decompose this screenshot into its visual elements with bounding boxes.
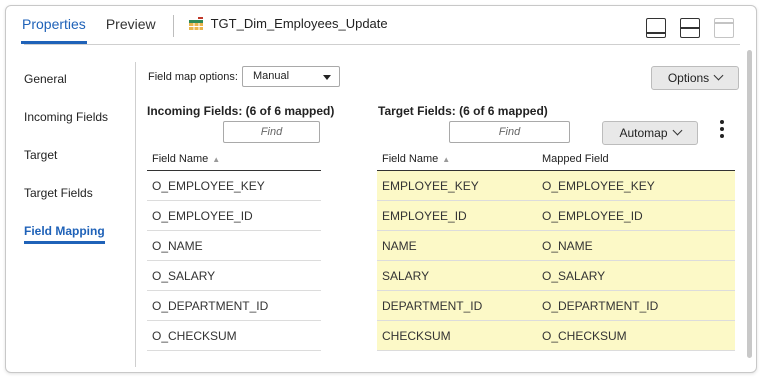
target-find-input[interactable]: Find bbox=[449, 121, 570, 143]
properties-panel: Properties Preview TGT_Dim_Employees_Upd… bbox=[5, 5, 757, 373]
target-field-name: CHECKSUM bbox=[382, 328, 451, 343]
column-header-mapped-field[interactable]: Mapped Field bbox=[537, 149, 735, 170]
nav-item-target-fields[interactable]: Target Fields bbox=[24, 180, 119, 218]
mapped-field: O_EMPLOYEE_KEY bbox=[542, 178, 655, 193]
target-fields-table: Field Name ▲ Mapped Field EMPLOYEE_KEY O_E… bbox=[377, 149, 735, 351]
table-row[interactable]: O_CHECKSUM bbox=[147, 321, 321, 351]
incoming-find-input[interactable]: Find bbox=[223, 121, 320, 143]
tab-properties[interactable]: Properties bbox=[21, 14, 87, 44]
panel-split-icon[interactable] bbox=[680, 18, 700, 38]
nav-item-field-mapping[interactable]: Field Mapping bbox=[24, 218, 119, 256]
target-field-name: SALARY bbox=[382, 268, 430, 283]
nav-item-incoming-fields[interactable]: Incoming Fields bbox=[24, 104, 119, 142]
table-row[interactable]: DEPARTMENT_ID O_DEPARTMENT_ID bbox=[377, 291, 735, 321]
table-row[interactable]: EMPLOYEE_ID O_EMPLOYEE_ID bbox=[377, 201, 735, 231]
automap-button[interactable]: Automap bbox=[602, 121, 698, 145]
options-button[interactable]: Options bbox=[651, 66, 739, 90]
table-row[interactable]: O_DEPARTMENT_ID bbox=[147, 291, 321, 321]
options-button-label: Options bbox=[667, 71, 710, 85]
tab-separator bbox=[172, 15, 174, 37]
more-options-icon[interactable] bbox=[718, 120, 726, 142]
incoming-fields-title: Incoming Fields: (6 of 6 mapped) bbox=[147, 104, 335, 118]
table-row[interactable]: EMPLOYEE_KEY O_EMPLOYEE_KEY bbox=[377, 171, 735, 201]
target-table-icon bbox=[188, 16, 203, 30]
tab-bar: Properties Preview TGT_Dim_Employees_Upd… bbox=[21, 14, 388, 48]
field-map-options-label: Field map options: bbox=[148, 71, 238, 83]
field-map-options-select[interactable]: Manual bbox=[242, 66, 340, 87]
nav-item-general[interactable]: General bbox=[24, 66, 119, 104]
vertical-scrollbar[interactable] bbox=[747, 50, 752, 358]
chevron-down-icon bbox=[713, 70, 724, 81]
column-header-field-name[interactable]: Field Name ▲ bbox=[147, 149, 220, 170]
incoming-field-name: O_EMPLOYEE_KEY bbox=[152, 178, 265, 193]
field-map-options-value: Manual bbox=[253, 70, 290, 82]
incoming-field-name: O_CHECKSUM bbox=[152, 328, 237, 343]
sort-ascending-icon: ▲ bbox=[212, 155, 221, 164]
column-header-label: Field Name bbox=[152, 153, 209, 165]
tab-preview[interactable]: Preview bbox=[105, 14, 157, 44]
table-row[interactable]: O_EMPLOYEE_KEY bbox=[147, 171, 321, 201]
object-title-text: TGT_Dim_Employees_Update bbox=[210, 16, 388, 31]
mapped-field: O_CHECKSUM bbox=[542, 328, 627, 343]
nav-item-target[interactable]: Target bbox=[24, 142, 119, 180]
left-nav: General Incoming Fields Target Target Fi… bbox=[24, 66, 119, 256]
column-header-label: Field Name bbox=[382, 153, 439, 165]
table-row[interactable]: CHECKSUM O_CHECKSUM bbox=[377, 321, 735, 351]
table-row[interactable]: O_SALARY bbox=[147, 261, 321, 291]
panel-minimize-icon[interactable] bbox=[646, 18, 666, 38]
incoming-fields-table: Field Name ▲ O_EMPLOYEE_KEY O_EMPLOYEE_ID… bbox=[147, 149, 321, 351]
panel-maximize-icon[interactable] bbox=[714, 18, 734, 38]
table-header: Field Name ▲ Mapped Field bbox=[377, 149, 735, 171]
tab-divider bbox=[24, 44, 740, 45]
target-field-name: DEPARTMENT_ID bbox=[382, 298, 483, 313]
nav-divider bbox=[135, 62, 136, 367]
target-fields-title: Target Fields: (6 of 6 mapped) bbox=[378, 104, 548, 118]
automap-button-label: Automap bbox=[619, 126, 668, 140]
mapped-field: O_NAME bbox=[542, 238, 593, 253]
mapped-field: O_SALARY bbox=[542, 268, 606, 283]
sort-ascending-icon: ▲ bbox=[442, 155, 451, 164]
table-row[interactable]: O_NAME bbox=[147, 231, 321, 261]
table-row[interactable]: SALARY O_SALARY bbox=[377, 261, 735, 291]
table-header: Field Name ▲ bbox=[147, 149, 321, 171]
mapped-field: O_DEPARTMENT_ID bbox=[542, 298, 659, 313]
target-field-name: NAME bbox=[382, 238, 417, 253]
view-toggle-group bbox=[646, 18, 734, 38]
caret-down-icon bbox=[323, 75, 331, 80]
target-field-name: EMPLOYEE_ID bbox=[382, 208, 467, 223]
mapped-field: O_EMPLOYEE_ID bbox=[542, 208, 643, 223]
object-title: TGT_Dim_Employees_Update bbox=[188, 14, 388, 31]
target-field-name: EMPLOYEE_KEY bbox=[382, 178, 479, 193]
incoming-field-name: O_EMPLOYEE_ID bbox=[152, 208, 253, 223]
chevron-down-icon bbox=[672, 125, 682, 136]
table-row[interactable]: O_EMPLOYEE_ID bbox=[147, 201, 321, 231]
incoming-field-name: O_NAME bbox=[152, 238, 203, 253]
table-row[interactable]: NAME O_NAME bbox=[377, 231, 735, 261]
nav-item-label: Field Mapping bbox=[24, 224, 105, 244]
incoming-field-name: O_SALARY bbox=[152, 268, 216, 283]
incoming-field-name: O_DEPARTMENT_ID bbox=[152, 298, 269, 313]
column-header-field-name[interactable]: Field Name ▲ bbox=[377, 149, 537, 170]
